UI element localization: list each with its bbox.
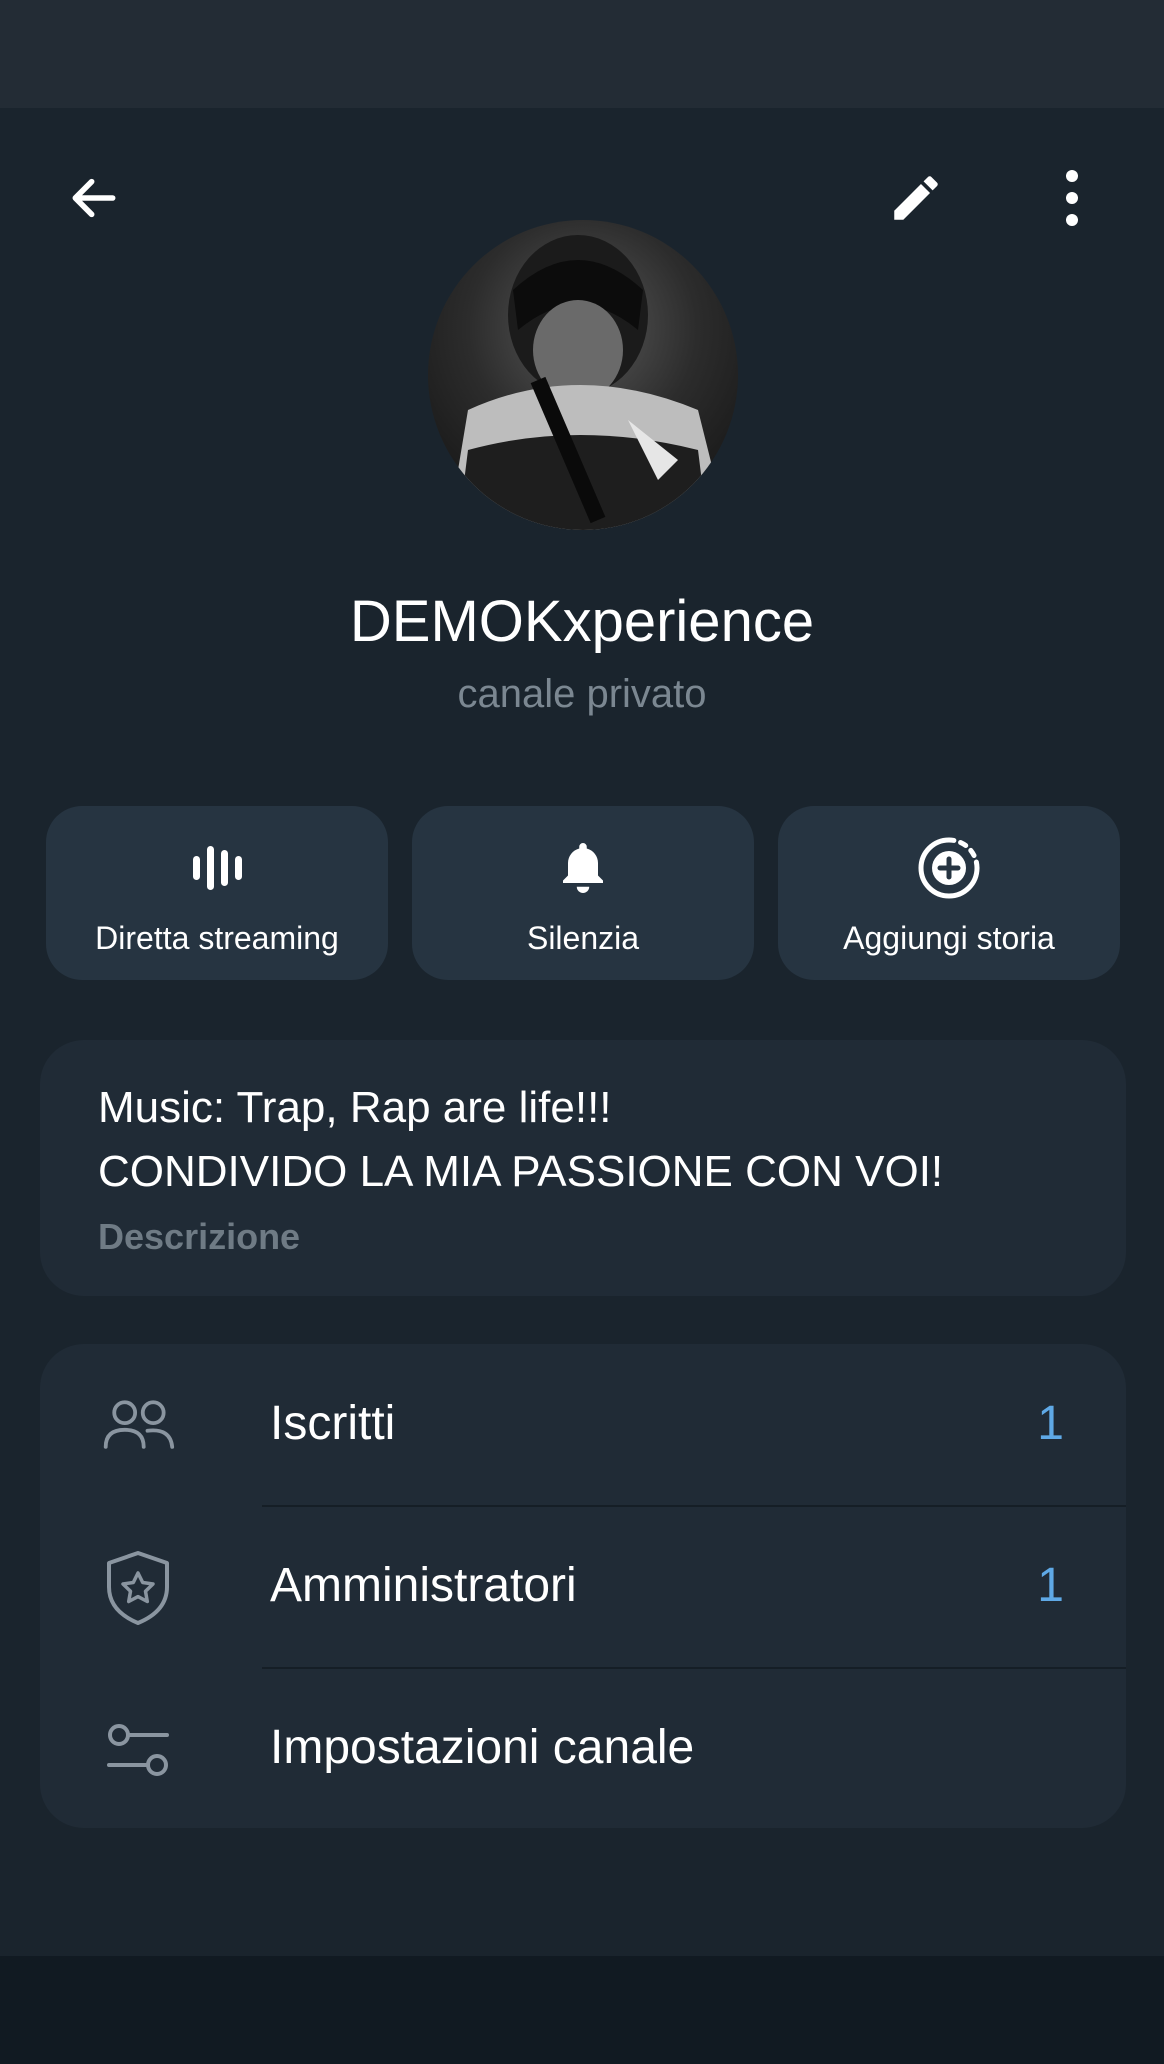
list-item-channel-settings[interactable]: Impostazioni canale xyxy=(40,1668,1126,1828)
add-story-icon xyxy=(918,837,980,899)
pencil-icon xyxy=(894,176,938,220)
avatar-photo xyxy=(448,235,728,530)
status-bar xyxy=(0,0,1164,108)
description-card: Music: Trap, Rap are life!!! CONDIVIDO L… xyxy=(40,1040,1126,1296)
users-icon xyxy=(103,1400,175,1449)
mute-label: Silenzia xyxy=(526,920,640,956)
administrators-count: 1 xyxy=(1037,1559,1064,1612)
live-stream-label: Diretta streaming xyxy=(95,920,339,956)
shield-star-icon xyxy=(107,1551,169,1625)
channel-name: DEMOKxperience xyxy=(349,589,815,654)
channel-options-list: Iscritti 1 Amministratori 1 Impostazioni… xyxy=(40,1344,1126,1828)
list-item-administrators[interactable]: Amministratori 1 xyxy=(40,1506,1126,1668)
add-story-button[interactable]: Aggiungi storia xyxy=(778,806,1120,980)
list-item-subscribers[interactable]: Iscritti 1 xyxy=(40,1344,1126,1506)
channel-type: canale privato xyxy=(457,672,707,716)
system-navigation-bar xyxy=(0,1956,1164,2064)
bell-icon xyxy=(563,843,603,893)
add-story-label: Aggiungi storia xyxy=(843,920,1055,956)
back-button[interactable] xyxy=(46,150,142,246)
subscribers-count: 1 xyxy=(1037,1397,1064,1450)
settings-sliders-icon xyxy=(107,1724,169,1776)
arrow-left-icon xyxy=(72,178,116,218)
live-stream-button[interactable]: Diretta streaming xyxy=(46,806,388,980)
live-stream-icon xyxy=(193,846,242,890)
edit-button[interactable] xyxy=(868,150,964,246)
more-vertical-icon xyxy=(1066,170,1078,226)
more-options-button[interactable] xyxy=(1024,150,1120,246)
description-text: Music: Trap, Rap are life!!! CONDIVIDO L… xyxy=(98,1083,944,1196)
mute-button[interactable]: Silenzia xyxy=(412,806,754,980)
channel-avatar[interactable] xyxy=(428,220,738,530)
administrators-label: Amministratori xyxy=(270,1559,577,1612)
channel-settings-label: Impostazioni canale xyxy=(270,1721,695,1774)
description-label: Descrizione xyxy=(98,1216,301,1257)
subscribers-label: Iscritti xyxy=(270,1397,396,1450)
